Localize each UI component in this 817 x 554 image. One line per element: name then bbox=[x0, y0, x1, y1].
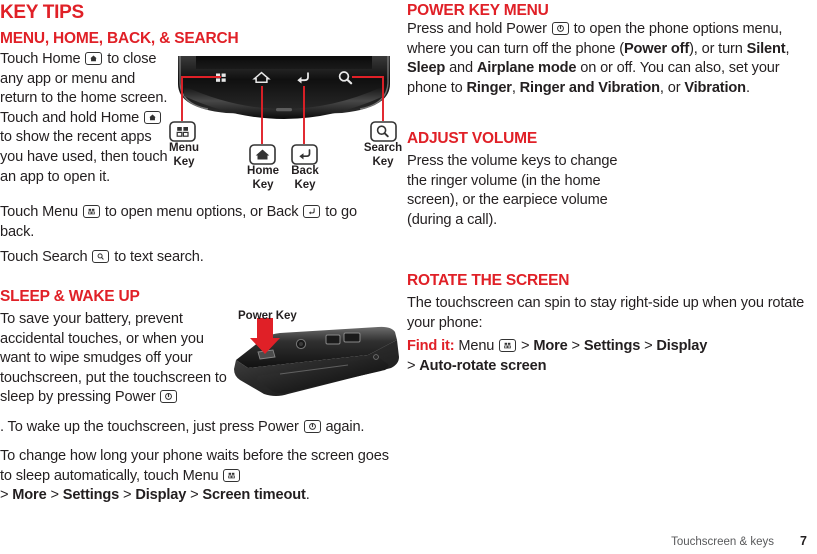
footer-page-number: 7 bbox=[800, 534, 807, 548]
paragraph-find-it-rotate: Find it: Menu > More > Settings > Displa… bbox=[407, 337, 813, 376]
paragraph-adjust-volume: Press the volume keys to change the ring… bbox=[407, 153, 618, 228]
text-run: Auto-rotate screen bbox=[419, 357, 547, 374]
label-line: Search bbox=[363, 142, 403, 154]
label-line: Key bbox=[173, 155, 195, 168]
label-home-key: Home Key bbox=[243, 165, 283, 192]
text-run: Settings bbox=[62, 487, 120, 504]
text-run: , bbox=[511, 79, 520, 96]
footer-section-title: Touchscreen & keys bbox=[671, 536, 775, 548]
text-run: > bbox=[640, 338, 657, 354]
text-run: to show the recent apps you have used, t… bbox=[0, 129, 168, 185]
paragraph-touch-menu: Touch Menu to open menu options, or Back… bbox=[0, 203, 390, 242]
text-run: Ringer and Vibration bbox=[519, 79, 660, 96]
power-icon bbox=[303, 420, 321, 433]
text-run: To change how long your phone waits befo… bbox=[0, 448, 389, 484]
home-icon bbox=[144, 110, 162, 124]
text-run: Airplane mode bbox=[476, 60, 577, 77]
text-run: More bbox=[12, 487, 47, 504]
label-line: Key bbox=[252, 178, 274, 191]
text-run: To save your battery, prevent accidental… bbox=[0, 311, 227, 406]
text-run: Vibration bbox=[684, 79, 746, 96]
back-arrow-icon bbox=[303, 205, 321, 218]
label-power-key: Power Key bbox=[238, 310, 297, 322]
paragraph-rotate-screen: The touchscreen can spin to stay right-s… bbox=[407, 295, 805, 331]
heading-power-key-menu: POWER KEY MENU bbox=[407, 2, 549, 19]
label-menu-key: Menu Key bbox=[165, 142, 203, 169]
search-icon bbox=[92, 250, 110, 263]
menu-grid-icon bbox=[223, 468, 241, 482]
text-run: and bbox=[445, 60, 477, 77]
find-it-label: Find it: bbox=[407, 338, 455, 354]
label-search-key: Search Key bbox=[360, 142, 406, 169]
text-run: . bbox=[745, 79, 750, 96]
text-run: Power off bbox=[623, 40, 690, 57]
text-run: to open menu options, or Back bbox=[100, 204, 303, 220]
page-footer: Touchscreen & keys 7 bbox=[0, 534, 817, 548]
text-run: Touch Menu bbox=[0, 204, 82, 220]
text-run: > bbox=[119, 487, 136, 504]
paragraph-sleep-wake-cont: . To wake up the touchscreen, just press… bbox=[0, 418, 390, 438]
home-icon bbox=[85, 52, 103, 65]
text-run: > bbox=[186, 487, 203, 504]
navigation-keys-diagram: Menu Key Home Key Back Key Search Key bbox=[165, 56, 402, 194]
paragraph-power-key-menu: Press and hold Power to open the phone o… bbox=[407, 20, 811, 98]
text-run: . To wake up the touchscreen, just press… bbox=[0, 419, 303, 435]
label-line: Menu bbox=[168, 142, 200, 154]
text-run: > bbox=[517, 338, 534, 354]
paragraph-sleep-wake: To save your battery, prevent accidental… bbox=[0, 310, 228, 408]
power-icon bbox=[160, 390, 178, 404]
text-run: More bbox=[533, 338, 568, 354]
text-run: Touch Home bbox=[0, 51, 85, 67]
manual-page: KEY TIPS MENU, HOME, BACK, & SEARCH Touc… bbox=[0, 0, 817, 554]
paragraph-screen-timeout: To change how long your phone waits befo… bbox=[0, 447, 392, 506]
paragraph-touch-search: Touch Search to text search. bbox=[0, 248, 390, 268]
page-title: KEY TIPS bbox=[0, 2, 84, 23]
text-run: > bbox=[0, 487, 13, 504]
power-icon bbox=[551, 22, 569, 35]
heading-rotate-the-screen: ROTATE THE SCREEN bbox=[407, 272, 570, 289]
paragraph-touch-home: Touch Home to close any app or menu and … bbox=[0, 50, 172, 187]
text-run: Touch Search bbox=[0, 249, 92, 265]
text-run: ), or turn bbox=[689, 40, 747, 57]
heading-adjust-volume: ADJUST VOLUME bbox=[407, 130, 538, 147]
label-back-key: Back Key bbox=[285, 165, 325, 192]
text-run: > bbox=[46, 487, 63, 504]
text-run: > bbox=[567, 338, 584, 354]
text-run: Settings bbox=[583, 338, 641, 354]
text-run: Ringer bbox=[466, 79, 512, 96]
label-line: Key bbox=[294, 178, 316, 191]
text-run: Press and hold Power bbox=[407, 21, 551, 37]
text-run: again. bbox=[321, 419, 365, 435]
text-run: Sleep bbox=[407, 60, 446, 77]
menu-grid-icon bbox=[82, 205, 100, 218]
text-run: Display bbox=[135, 487, 187, 504]
power-key-diagram: Power Key bbox=[228, 310, 403, 420]
heading-sleep-wake-up: SLEEP & WAKE UP bbox=[0, 288, 140, 305]
menu-grid-icon bbox=[499, 339, 517, 352]
text-run: Display bbox=[656, 338, 708, 354]
text-run: . bbox=[305, 487, 310, 504]
label-line: Home bbox=[247, 165, 279, 177]
label-line: Key bbox=[372, 155, 394, 168]
text-run: Screen timeout bbox=[202, 487, 306, 504]
label-line: Back bbox=[291, 165, 319, 177]
text-run: , or bbox=[659, 79, 685, 96]
text-run: Silent bbox=[746, 40, 786, 57]
text-run: > bbox=[407, 357, 420, 374]
heading-menu-home-back-search: MENU, HOME, BACK, & SEARCH bbox=[0, 30, 239, 47]
text-run: Menu bbox=[454, 338, 499, 354]
text-run: , bbox=[785, 40, 790, 57]
text-run: to text search. bbox=[110, 249, 204, 265]
